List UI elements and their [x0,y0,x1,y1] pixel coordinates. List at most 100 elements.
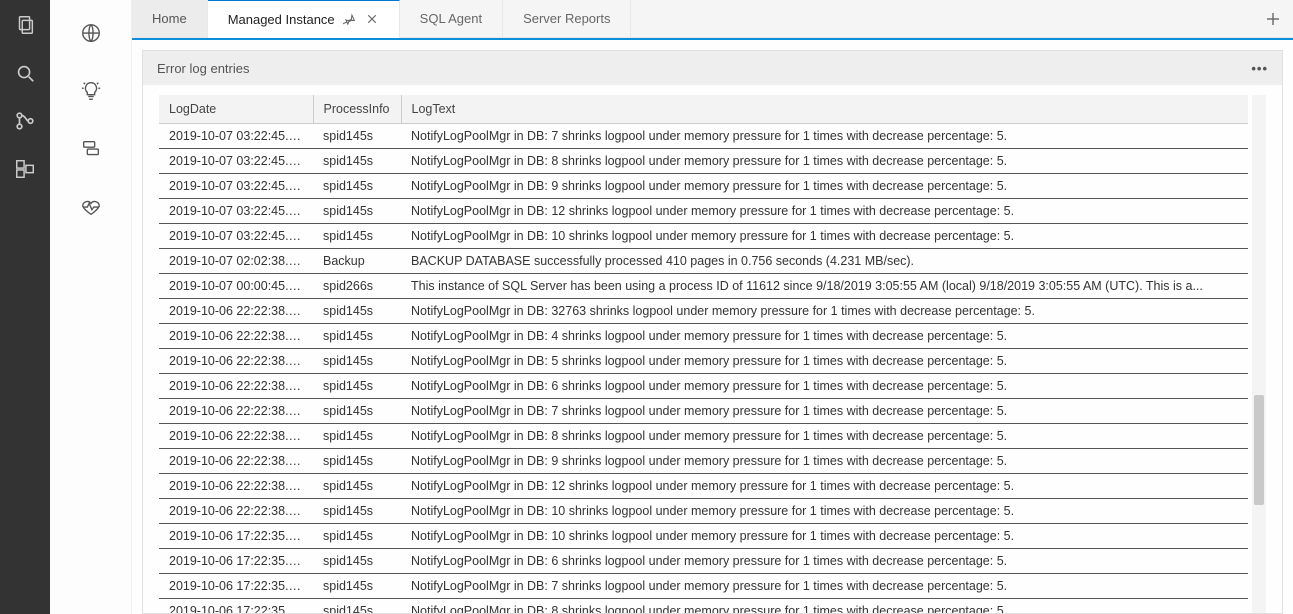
content: Error log entries ••• LogDate ProcessInf… [132,38,1293,614]
cell-logtext: NotifyLogPoolMgr in DB: 8 shrinks logpoo… [401,148,1248,173]
table-row[interactable]: 2019-10-06 22:22:38.280spid145sNotifyLog… [159,448,1248,473]
table-row[interactable]: 2019-10-07 02:02:38.360BackupBACKUP DATA… [159,248,1248,273]
table-row[interactable]: 2019-10-06 17:22:35.880spid145sNotifyLog… [159,523,1248,548]
tab-sql-agent[interactable]: SQL Agent [400,0,503,37]
cell-processinfo: spid145s [313,223,401,248]
tab-home[interactable]: Home [132,0,208,37]
cell-logtext: NotifyLogPoolMgr in DB: 7 shrinks logpoo… [401,398,1248,423]
scrollbar-thumb[interactable] [1254,395,1264,505]
cell-processinfo: spid145s [313,448,401,473]
cell-logtext: NotifyLogPoolMgr in DB: 6 shrinks logpoo… [401,373,1248,398]
files-icon[interactable] [12,12,38,38]
globe-icon[interactable] [78,20,104,46]
table-row[interactable]: 2019-10-07 03:22:45.120spid145sNotifyLog… [159,123,1248,148]
cell-logdate: 2019-10-06 17:22:35.870 [159,573,313,598]
pin-icon[interactable] [343,12,357,26]
cell-logtext: NotifyLogPoolMgr in DB: 7 shrinks logpoo… [401,123,1248,148]
cell-logtext: NotifyLogPoolMgr in DB: 32763 shrinks lo… [401,298,1248,323]
cell-processinfo: spid145s [313,348,401,373]
table-row[interactable]: 2019-10-06 22:22:38.280spid145sNotifyLog… [159,473,1248,498]
cell-processinfo: spid145s [313,373,401,398]
table-header-row: LogDate ProcessInfo LogText [159,95,1248,123]
cell-processinfo: spid145s [313,323,401,348]
tab-server-reports[interactable]: Server Reports [503,0,631,37]
cell-logdate: 2019-10-07 03:22:45.120 [159,123,313,148]
cell-logdate: 2019-10-07 00:00:45.410 [159,273,313,298]
table-row[interactable]: 2019-10-07 03:22:45.120spid145sNotifyLog… [159,198,1248,223]
col-logtext[interactable]: LogText [401,95,1248,123]
panel-body: LogDate ProcessInfo LogText 2019-10-07 0… [143,85,1282,613]
table-row[interactable]: 2019-10-06 22:22:38.280spid145sNotifyLog… [159,298,1248,323]
cell-logdate: 2019-10-06 22:22:38.280 [159,423,313,448]
heartbeat-icon[interactable] [78,194,104,220]
cell-logtext: NotifyLogPoolMgr in DB: 9 shrinks logpoo… [401,173,1248,198]
lightbulb-icon[interactable] [78,78,104,104]
cell-processinfo: spid266s [313,273,401,298]
cell-processinfo: spid145s [313,148,401,173]
col-processinfo[interactable]: ProcessInfo [313,95,401,123]
cell-logtext: NotifyLogPoolMgr in DB: 4 shrinks logpoo… [401,323,1248,348]
cell-logtext: NotifyLogPoolMgr in DB: 5 shrinks logpoo… [401,348,1248,373]
cell-processinfo: Backup [313,248,401,273]
cell-logdate: 2019-10-06 22:22:38.280 [159,398,313,423]
table-row[interactable]: 2019-10-07 03:22:45.120spid145sNotifyLog… [159,173,1248,198]
cell-processinfo: spid145s [313,198,401,223]
side-panel [50,0,132,614]
cell-logtext: NotifyLogPoolMgr in DB: 6 shrinks logpoo… [401,548,1248,573]
cell-logdate: 2019-10-07 03:22:45.120 [159,198,313,223]
new-tab-button[interactable] [1253,0,1293,37]
cell-processinfo: spid145s [313,523,401,548]
cell-logtext: NotifyLogPoolMgr in DB: 9 shrinks logpoo… [401,448,1248,473]
cell-logtext: This instance of SQL Server has been usi… [401,273,1248,298]
table-row[interactable]: 2019-10-07 00:00:45.410spid266sThis inst… [159,273,1248,298]
table-row[interactable]: 2019-10-07 03:22:45.120spid145sNotifyLog… [159,223,1248,248]
cell-logdate: 2019-10-06 22:22:38.280 [159,373,313,398]
cell-logtext: NotifyLogPoolMgr in DB: 10 shrinks logpo… [401,498,1248,523]
activity-bar [0,0,50,614]
cell-logdate: 2019-10-06 17:22:35.870 [159,548,313,573]
table-row[interactable]: 2019-10-06 22:22:38.280spid145sNotifyLog… [159,498,1248,523]
table-row[interactable]: 2019-10-06 22:22:38.280spid145sNotifyLog… [159,398,1248,423]
tab-label: Server Reports [523,11,610,26]
database-stack-icon[interactable] [78,136,104,162]
search-icon[interactable] [12,60,38,86]
panel-header: Error log entries ••• [143,51,1282,85]
table-row[interactable]: 2019-10-06 22:22:38.280spid145sNotifyLog… [159,373,1248,398]
tab-label: Managed Instance [228,12,335,27]
cell-logtext: NotifyLogPoolMgr in DB: 10 shrinks logpo… [401,223,1248,248]
error-log-panel: Error log entries ••• LogDate ProcessInf… [142,50,1283,614]
table-row[interactable]: 2019-10-06 22:22:38.280spid145sNotifyLog… [159,323,1248,348]
table-container: LogDate ProcessInfo LogText 2019-10-07 0… [159,95,1248,613]
table-row[interactable]: 2019-10-06 17:22:35.870spid145sNotifyLog… [159,548,1248,573]
tab-managed-instance[interactable]: Managed Instance [208,0,400,38]
table-row[interactable]: 2019-10-06 17:22:35.870spid145sNotifyLog… [159,598,1248,613]
cell-logtext: NotifyLogPoolMgr in DB: 8 shrinks logpoo… [401,423,1248,448]
main: Home Managed Instance SQL Agent Server R… [132,0,1293,614]
table-row[interactable]: 2019-10-06 22:22:38.280spid145sNotifyLog… [159,348,1248,373]
cell-logdate: 2019-10-06 22:22:38.280 [159,498,313,523]
cell-logdate: 2019-10-06 17:22:35.880 [159,523,313,548]
cell-processinfo: spid145s [313,123,401,148]
cell-logdate: 2019-10-07 03:22:45.120 [159,148,313,173]
cell-logdate: 2019-10-06 17:22:35.870 [159,598,313,613]
table-row[interactable]: 2019-10-06 17:22:35.870spid145sNotifyLog… [159,573,1248,598]
cell-logtext: NotifyLogPoolMgr in DB: 10 shrinks logpo… [401,523,1248,548]
cell-logtext: NotifyLogPoolMgr in DB: 7 shrinks logpoo… [401,573,1248,598]
tab-label: Home [152,11,187,26]
tab-label: SQL Agent [420,11,482,26]
cell-logdate: 2019-10-06 22:22:38.280 [159,448,313,473]
table-row[interactable]: 2019-10-06 22:22:38.280spid145sNotifyLog… [159,423,1248,448]
cell-logdate: 2019-10-07 03:22:45.120 [159,173,313,198]
more-options-icon[interactable]: ••• [1251,61,1268,76]
col-logdate[interactable]: LogDate [159,95,313,123]
cell-processinfo: spid145s [313,473,401,498]
extensions-icon[interactable] [12,156,38,182]
source-control-icon[interactable] [12,108,38,134]
cell-processinfo: spid145s [313,398,401,423]
close-icon[interactable] [365,12,379,26]
cell-logtext: BACKUP DATABASE successfully processed 4… [401,248,1248,273]
cell-logdate: 2019-10-07 02:02:38.360 [159,248,313,273]
table-row[interactable]: 2019-10-07 03:22:45.120spid145sNotifyLog… [159,148,1248,173]
scrollbar[interactable] [1252,95,1266,613]
cell-logtext: NotifyLogPoolMgr in DB: 8 shrinks logpoo… [401,598,1248,613]
